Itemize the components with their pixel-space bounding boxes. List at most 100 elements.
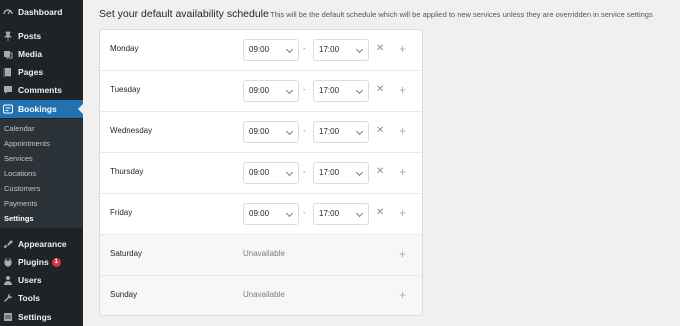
add-timeslot-icon[interactable]: + xyxy=(399,247,406,261)
availability-schedule-panel: Monday 09:00 - 17:00 ✕ + Tuesday 09:00 -… xyxy=(99,29,423,316)
menu-bookings[interactable]: Bookings xyxy=(0,100,83,118)
submenu-settings[interactable]: Settings xyxy=(4,213,34,225)
brush-icon xyxy=(3,239,13,249)
menu-appearance[interactable]: Appearance xyxy=(0,235,83,253)
day-label: Tuesday xyxy=(110,85,141,94)
menu-users[interactable]: Users xyxy=(0,271,83,289)
menu-tools-label: Tools xyxy=(18,293,41,303)
add-timeslot-icon[interactable]: + xyxy=(399,165,406,179)
pin-icon xyxy=(3,31,13,41)
menu-dashboard-label: Dashboard xyxy=(18,7,63,17)
menu-plugins[interactable]: Plugins 1 xyxy=(0,253,83,271)
schedule-row-tuesday: Tuesday 09:00 - 17:00 ✕ + xyxy=(100,71,422,112)
time-separator: - xyxy=(303,126,306,135)
menu-comments-label: Comments xyxy=(18,85,62,95)
chevron-down-icon xyxy=(355,127,364,136)
day-label: Saturday xyxy=(110,249,143,258)
start-time-value: 09:00 xyxy=(249,86,270,95)
start-time-select[interactable]: 09:00 xyxy=(243,162,299,184)
submenu-locations[interactable]: Locations xyxy=(4,168,36,180)
comment-icon xyxy=(3,85,13,95)
day-label: Monday xyxy=(110,44,139,53)
start-time-value: 09:00 xyxy=(249,127,270,136)
day-label: Friday xyxy=(110,208,133,217)
schedule-row-saturday: Saturday Unavailable + xyxy=(100,235,422,276)
plug-icon xyxy=(3,257,13,267)
page-description: This will be the default schedule which … xyxy=(270,10,653,19)
start-time-value: 09:00 xyxy=(249,209,270,218)
menu-tools[interactable]: Tools xyxy=(0,289,83,307)
unavailable-label: Unavailable xyxy=(243,249,285,258)
start-time-value: 09:00 xyxy=(249,168,270,177)
end-time-select[interactable]: 17:00 xyxy=(313,121,369,143)
day-label: Thursday xyxy=(110,167,144,176)
remove-timeslot-icon[interactable]: ✕ xyxy=(376,125,384,137)
menu-pages-label: Pages xyxy=(18,67,44,77)
media-icon xyxy=(3,49,13,59)
bookings-icon xyxy=(3,104,13,114)
submenu-payments[interactable]: Payments xyxy=(4,198,37,210)
start-time-value: 09:00 xyxy=(249,45,270,54)
menu-pages[interactable]: Pages xyxy=(0,63,83,81)
unavailable-label: Unavailable xyxy=(243,290,285,299)
schedule-row-friday: Friday 09:00 - 17:00 ✕ + xyxy=(100,194,422,235)
menu-dashboard[interactable]: Dashboard xyxy=(0,3,83,21)
time-separator: - xyxy=(303,44,306,53)
chevron-down-icon xyxy=(285,168,294,177)
end-time-value: 17:00 xyxy=(319,127,340,136)
end-time-select[interactable]: 17:00 xyxy=(313,80,369,102)
end-time-value: 17:00 xyxy=(319,86,340,95)
end-time-select[interactable]: 17:00 xyxy=(313,39,369,61)
start-time-select[interactable]: 09:00 xyxy=(243,203,299,225)
menu-comments[interactable]: Comments xyxy=(0,81,83,99)
dashboard-icon xyxy=(3,7,13,17)
menu-plugins-label: Plugins xyxy=(18,257,49,267)
chevron-down-icon xyxy=(285,45,294,54)
chevron-down-icon xyxy=(355,86,364,95)
add-timeslot-icon[interactable]: + xyxy=(399,83,406,97)
menu-bookings-label: Bookings xyxy=(18,104,57,114)
add-timeslot-icon[interactable]: + xyxy=(399,206,406,220)
start-time-select[interactable]: 09:00 xyxy=(243,121,299,143)
remove-timeslot-icon[interactable]: ✕ xyxy=(376,84,384,96)
menu-appearance-label: Appearance xyxy=(18,239,67,249)
remove-timeslot-icon[interactable]: ✕ xyxy=(376,207,384,219)
schedule-row-thursday: Thursday 09:00 - 17:00 ✕ + xyxy=(100,153,422,194)
schedule-row-wednesday: Wednesday 09:00 - 17:00 ✕ + xyxy=(100,112,422,153)
end-time-value: 17:00 xyxy=(319,209,340,218)
submenu-services[interactable]: Services xyxy=(4,153,33,165)
chevron-down-icon xyxy=(285,86,294,95)
pages-icon xyxy=(3,67,13,77)
wrench-icon xyxy=(3,293,13,303)
menu-settings-label: Settings xyxy=(18,312,52,322)
plugins-update-badge: 1 xyxy=(51,257,61,267)
menu-posts[interactable]: Posts xyxy=(0,27,83,45)
submenu-customers[interactable]: Customers xyxy=(4,183,40,195)
end-time-select[interactable]: 17:00 xyxy=(313,162,369,184)
menu-users-label: Users xyxy=(18,275,42,285)
add-timeslot-icon[interactable]: + xyxy=(399,42,406,56)
chevron-down-icon xyxy=(355,45,364,54)
end-time-value: 17:00 xyxy=(319,45,340,54)
remove-timeslot-icon[interactable]: ✕ xyxy=(376,43,384,55)
time-separator: - xyxy=(303,167,306,176)
menu-settings[interactable]: Settings xyxy=(0,308,83,326)
bookings-submenu: Calendar Appointments Services Locations… xyxy=(0,119,83,228)
users-icon xyxy=(3,275,13,285)
day-label: Sunday xyxy=(110,290,138,299)
submenu-appointments[interactable]: Appointments xyxy=(4,138,50,150)
submenu-calendar[interactable]: Calendar xyxy=(4,123,34,135)
remove-timeslot-icon[interactable]: ✕ xyxy=(376,166,384,178)
end-time-select[interactable]: 17:00 xyxy=(313,203,369,225)
menu-media-label: Media xyxy=(18,49,43,59)
menu-media[interactable]: Media xyxy=(0,45,83,63)
chevron-down-icon xyxy=(285,127,294,136)
settings-icon xyxy=(3,312,13,322)
add-timeslot-icon[interactable]: + xyxy=(399,288,406,302)
day-label: Wednesday xyxy=(110,126,153,135)
start-time-select[interactable]: 09:00 xyxy=(243,39,299,61)
add-timeslot-icon[interactable]: + xyxy=(399,124,406,138)
chevron-down-icon xyxy=(285,209,294,218)
time-separator: - xyxy=(303,85,306,94)
start-time-select[interactable]: 09:00 xyxy=(243,80,299,102)
